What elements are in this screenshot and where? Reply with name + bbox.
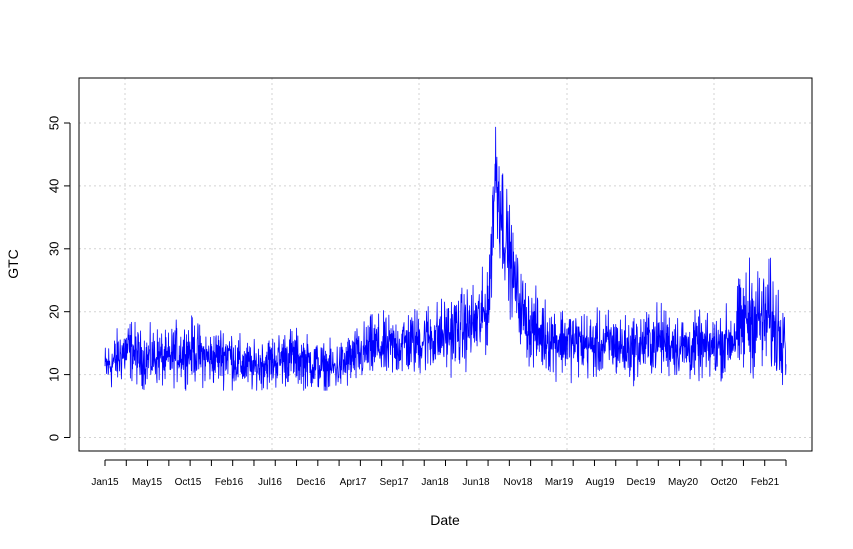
y-tick-label: 40 — [47, 179, 62, 193]
y-axis-title: GTC — [5, 249, 21, 279]
x-tick-label: Jul16 — [258, 477, 282, 488]
y-tick-label: 0 — [47, 434, 62, 441]
plot-area-border — [78, 77, 813, 452]
y-tick-label: 20 — [47, 304, 62, 318]
y-tick-label: 10 — [47, 367, 62, 381]
x-tick-label: Dec19 — [627, 477, 656, 488]
x-tick-label: Jan15 — [91, 477, 119, 488]
x-tick-label: Feb16 — [215, 477, 244, 488]
x-tick-label: May15 — [132, 477, 162, 488]
x-axis: Jan15 May15 Oct15 Feb16 Jul16 Dec16 Apr17 Sep17… — [91, 459, 787, 488]
gtc-time-series-chart: 0 10 20 30 40 50 Jan15 May15 Oct15 Feb16 Jul16 Dec… — [5, 77, 813, 528]
y-tick-label: 50 — [47, 116, 62, 130]
x-tick-label: Oct15 — [175, 477, 202, 488]
x-axis-title: Date — [430, 512, 460, 528]
gtc-series-line — [104, 126, 787, 391]
x-tick-label: Nov18 — [504, 477, 533, 488]
y-axis: 0 10 20 30 40 50 — [47, 116, 71, 441]
x-tick-label: Jun18 — [462, 477, 490, 488]
x-tick-label: Feb21 — [751, 477, 780, 488]
x-tick-label: Jan18 — [421, 477, 449, 488]
y-tick-label: 30 — [47, 242, 62, 256]
gtc-series — [104, 126, 787, 391]
x-tick-label: Aug19 — [586, 477, 615, 488]
x-tick-label: Apr17 — [340, 477, 367, 488]
x-tick-label: May20 — [668, 477, 698, 488]
grid-lines — [79, 78, 812, 451]
x-tick-label: Oct20 — [711, 477, 738, 488]
x-tick-label: Dec16 — [297, 477, 326, 488]
x-tick-label: Mar19 — [545, 477, 574, 488]
x-tick-label: Sep17 — [380, 477, 409, 488]
